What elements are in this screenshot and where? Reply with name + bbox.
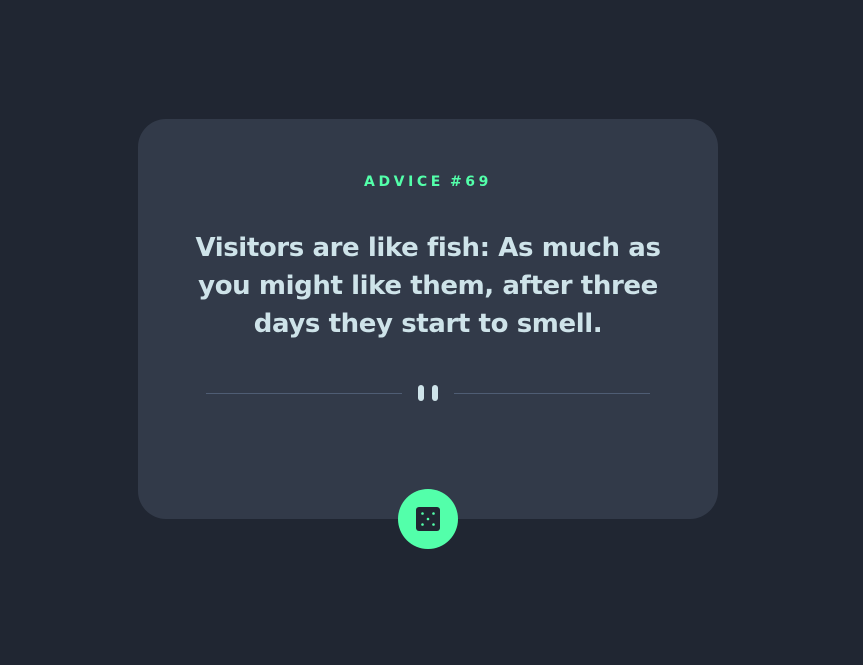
advice-label: ADVICE — [364, 174, 444, 190]
pause-bar-left — [418, 385, 424, 401]
divider — [206, 385, 650, 401]
divider-line-left — [206, 393, 402, 394]
advice-number: #69 — [449, 174, 492, 190]
dice-icon — [416, 507, 440, 531]
advice-card: ADVICE #69 Visitors are like fish: As muc… — [138, 119, 718, 519]
pause-bar-right — [432, 385, 438, 401]
advice-quote: Visitors are like fish: As much as you m… — [195, 233, 661, 339]
divider-line-right — [454, 393, 650, 394]
pause-icon — [418, 385, 438, 401]
generate-advice-button[interactable] — [398, 489, 458, 549]
advice-id: ADVICE #69 — [138, 174, 718, 190]
